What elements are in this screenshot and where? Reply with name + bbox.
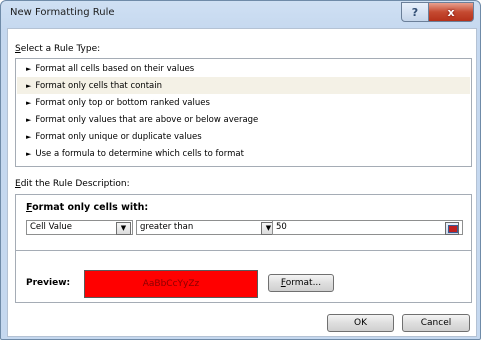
pointer-arrow-icon: ► (26, 81, 32, 90)
pointer-arrow-icon: ► (26, 132, 32, 141)
rule-type-item[interactable]: ► Format only values that are above or b… (17, 111, 470, 128)
ok-button-label: OK (354, 318, 367, 328)
rule-description-panel: Format only cells with: Cell Value ▼ gre… (15, 194, 472, 303)
range-selector-icon[interactable] (445, 222, 459, 235)
rule-type-item-label: Format only unique or duplicate values (35, 131, 202, 142)
rule-type-list[interactable]: ► Format all cells based on their values… (15, 58, 472, 167)
format-button-label: Format... (280, 278, 322, 288)
close-icon: x (447, 5, 455, 19)
rule-type-item-label: Format only values that are above or bel… (35, 114, 259, 125)
preview-sample-text: AaBbCcYyZz (142, 279, 200, 289)
operator-value: greater than (140, 222, 194, 232)
new-formatting-rule-dialog: New Formatting Rule ? x Select a Rule Ty… (0, 0, 481, 340)
condition-type-value: Cell Value (30, 222, 72, 232)
rule-type-item[interactable]: ► Format only top or bottom ranked value… (17, 94, 470, 111)
close-button[interactable]: x (428, 2, 474, 22)
help-button[interactable]: ? (401, 2, 429, 22)
rule-type-item-label: Use a formula to determine which cells t… (35, 148, 244, 159)
help-icon: ? (411, 5, 419, 19)
ok-button[interactable]: OK (327, 314, 394, 332)
rule-type-label: Select a Rule Type: (15, 44, 101, 54)
title-bar: New Formatting Rule ? x (1, 1, 480, 27)
rule-type-item-selected[interactable]: ► Format only cells that contain (17, 77, 470, 94)
rule-type-item-label: Format only cells that contain (35, 80, 162, 91)
pointer-arrow-icon: ► (26, 149, 32, 158)
rule-type-item-label: Format all cells based on their values (35, 63, 195, 74)
rule-type-item-label: Format only top or bottom ranked values (35, 97, 210, 108)
format-preview-swatch: AaBbCcYyZz (84, 270, 258, 298)
rule-type-item[interactable]: ► Format only unique or duplicate values (17, 128, 470, 145)
dialog-title: New Formatting Rule (10, 7, 115, 18)
rule-type-item[interactable]: ► Format all cells based on their values (17, 60, 470, 77)
rule-description-label: Edit the Rule Description: (15, 179, 130, 189)
rule-type-item[interactable]: ► Use a formula to determine which cells… (17, 145, 470, 162)
cancel-button-label: Cancel (420, 318, 452, 328)
format-button[interactable]: Format... (268, 274, 334, 292)
pointer-arrow-icon: ► (26, 64, 32, 73)
format-only-cells-heading: Format only cells with: (26, 202, 149, 213)
value-input[interactable]: 50 (272, 220, 463, 235)
pointer-arrow-icon: ► (26, 115, 32, 124)
pointer-arrow-icon: ► (26, 98, 32, 107)
preview-label: Preview: (26, 278, 71, 288)
chevron-down-icon[interactable]: ▼ (116, 222, 131, 235)
section-divider (16, 250, 471, 251)
condition-type-select[interactable]: Cell Value ▼ (26, 220, 133, 235)
operator-select[interactable]: greater than ▼ (136, 220, 278, 235)
value-input-text: 50 (276, 222, 287, 232)
cancel-button[interactable]: Cancel (402, 314, 470, 332)
